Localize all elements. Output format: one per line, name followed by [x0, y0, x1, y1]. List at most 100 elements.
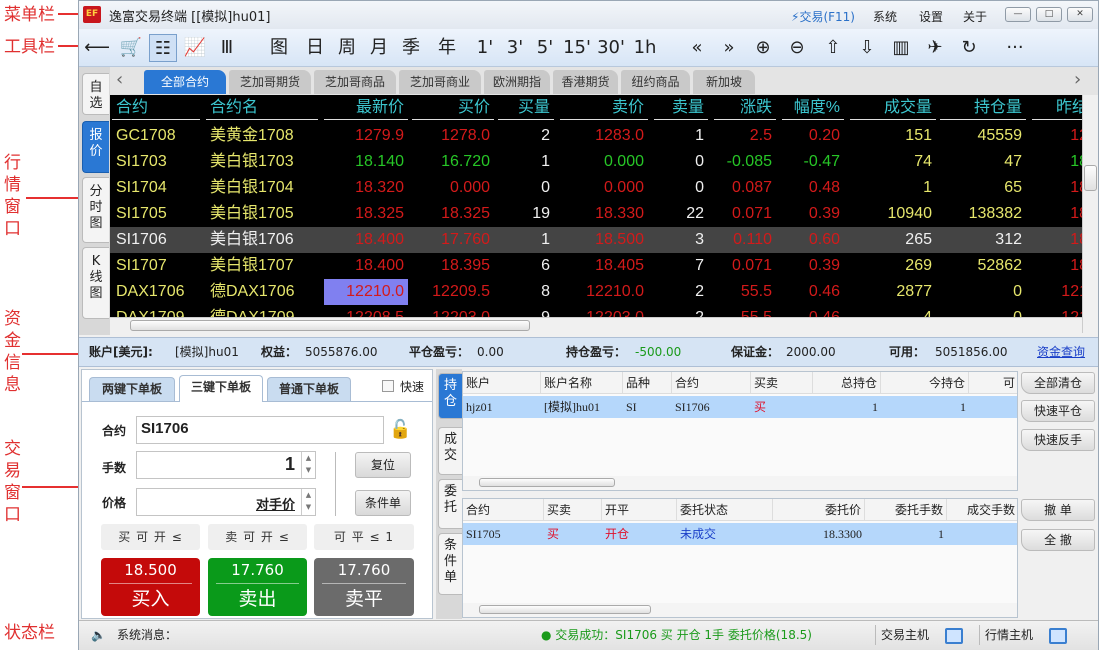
column-header[interactable]: 合约名 [206, 97, 318, 120]
fund-query-link[interactable]: 资金查询 [1037, 338, 1085, 366]
fast-checkbox[interactable] [382, 380, 394, 392]
quote-row[interactable]: DAX1706德DAX170612210.012209.5812210.0255… [110, 279, 1082, 305]
season-icon[interactable]: 季 [397, 34, 425, 62]
position-tab-0[interactable]: 持仓 [438, 373, 462, 419]
column-header[interactable]: 买卖 [751, 372, 813, 394]
column-header[interactable]: 卖价 [560, 97, 648, 120]
panel-icon[interactable]: ▥ [887, 34, 915, 62]
tick-icon[interactable]: 图 [265, 34, 293, 62]
column-header[interactable]: 买价 [412, 97, 494, 120]
condition-order-button[interactable]: 条件单 [355, 490, 411, 516]
column-header[interactable]: 合约 [672, 372, 751, 394]
column-header[interactable]: 开平 [602, 499, 677, 521]
zoom-out-icon[interactable]: ⊖ [783, 34, 811, 62]
day-icon[interactable]: 日 [301, 34, 329, 62]
quote-vertical-scrollbar[interactable] [1082, 95, 1098, 333]
right-action-button-3[interactable]: 撤 单 [1021, 499, 1095, 521]
back-icon[interactable]: ⟵ [83, 34, 111, 62]
position-tab-1[interactable]: 成交 [438, 427, 462, 475]
category-tab-4[interactable]: 欧洲期指 [484, 70, 550, 94]
column-header[interactable]: 持仓量 [940, 97, 1026, 120]
quote-row[interactable]: DAX1709德DAX170912208.512203.0912203.0255… [110, 305, 1082, 317]
quote-row[interactable]: GC1708美黄金17081279.91278.021283.012.50.20… [110, 123, 1082, 149]
category-tab-6[interactable]: 纽约商品 [621, 70, 690, 94]
menu-about[interactable]: 关于 [963, 8, 987, 25]
30min-icon[interactable]: 30' [597, 34, 625, 62]
column-header[interactable]: 合约 [463, 499, 544, 521]
side-tab-2[interactable]: 分时图 [82, 177, 109, 243]
table-row[interactable]: hjz01[模拟]hu01SISI1706买11 [463, 396, 1018, 418]
chevron-left-icon[interactable]: ‹ [116, 69, 123, 90]
5min-icon[interactable]: 5' [531, 34, 559, 62]
column-header[interactable]: 账户 [463, 372, 541, 394]
refresh-icon[interactable]: ↻ [955, 34, 983, 62]
contract-input[interactable]: SI1706 [136, 416, 384, 444]
position-tab-3[interactable]: 条件单 [438, 533, 462, 595]
week-icon[interactable]: 周 [333, 34, 361, 62]
scroll-thumb[interactable] [1084, 165, 1097, 191]
column-header[interactable]: 品种 [623, 372, 672, 394]
right-action-button-2[interactable]: 快速反手 [1021, 429, 1095, 451]
network-icon[interactable] [945, 628, 963, 644]
right-action-button-0[interactable]: 全部清仓 [1021, 372, 1095, 394]
category-tab-5[interactable]: 香港期货 [553, 70, 618, 94]
network-icon[interactable] [1049, 628, 1067, 644]
column-header[interactable]: 委托手数 [865, 499, 947, 521]
maximize-button[interactable]: □ [1036, 7, 1062, 22]
column-header[interactable]: 总持仓 [813, 372, 881, 394]
column-header[interactable]: 最新价 [324, 97, 408, 120]
3min-icon[interactable]: 3' [501, 34, 529, 62]
column-header[interactable]: 成交量 [850, 97, 936, 120]
column-header[interactable]: 买卖 [544, 499, 602, 521]
sell-close-button[interactable]: 17.760卖平 [314, 558, 414, 616]
menu-system[interactable]: 系统 [873, 8, 897, 25]
sell-button[interactable]: 17.760卖出 [208, 558, 307, 616]
kline-icon[interactable]: Ⅲ [213, 34, 241, 62]
order-icon[interactable]: 🛒 [117, 34, 145, 62]
table-row[interactable]: SI1705买开仓未成交18.33001 [463, 523, 1018, 545]
column-header[interactable]: 委托价 [773, 499, 865, 521]
positions-horizontal-scrollbar[interactable] [463, 476, 1018, 490]
column-header[interactable]: 可 [969, 372, 1018, 394]
quote-row[interactable]: SI1706美白银170618.40017.760118.50030.1100.… [110, 227, 1082, 253]
quote-row[interactable]: SI1703美白银170318.14016.72010.0000-0.085-0… [110, 149, 1082, 175]
category-tab-1[interactable]: 芝加哥期货 [229, 70, 311, 94]
timeshare-icon[interactable]: 📈 [181, 34, 209, 62]
tab-normal-order[interactable]: 普通下单板 [267, 377, 351, 401]
side-tab-3[interactable]: K线图 [82, 247, 109, 319]
tab-two-key-order[interactable]: 两键下单板 [89, 377, 175, 401]
column-header[interactable]: 买量 [498, 97, 554, 120]
quote-row[interactable]: SI1704美白银170418.3200.00000.00000.0870.48… [110, 175, 1082, 201]
column-header[interactable]: 幅度% [782, 97, 844, 120]
quantity-stepper[interactable]: 1▲▼ [136, 451, 316, 479]
category-tab-3[interactable]: 芝加哥商业 [399, 70, 481, 94]
menu-trade[interactable]: ⚡交易(F11) [791, 8, 855, 25]
quote-row[interactable]: SI1705美白银170518.32518.3251918.330220.071… [110, 201, 1082, 227]
price-stepper[interactable]: 对手价▲▼ [136, 488, 316, 516]
category-tab-7[interactable]: 新加坡 [693, 70, 755, 94]
15min-icon[interactable]: 15' [563, 34, 591, 62]
category-tab-0[interactable]: 全部合约 [144, 70, 226, 94]
reset-button[interactable]: 复位 [355, 452, 411, 478]
down-icon[interactable]: ⇩ [853, 34, 881, 62]
tab-three-key-order[interactable]: 三键下单板 [179, 375, 263, 402]
send-icon[interactable]: ✈ [921, 34, 949, 62]
stepper-arrows[interactable]: ▲▼ [301, 452, 315, 478]
1hour-icon[interactable]: 1h [631, 34, 659, 62]
quote-list-icon[interactable]: ☷ [149, 34, 177, 62]
quote-horizontal-scrollbar[interactable] [110, 317, 1082, 333]
column-header[interactable]: 合约 [112, 97, 200, 120]
scroll-thumb[interactable] [130, 320, 530, 331]
up-icon[interactable]: ⇧ [819, 34, 847, 62]
right-action-button-1[interactable]: 快速平仓 [1021, 400, 1095, 422]
scroll-thumb[interactable] [479, 605, 651, 614]
column-header[interactable]: 今持仓 [881, 372, 969, 394]
month-icon[interactable]: 月 [365, 34, 393, 62]
category-tab-2[interactable]: 芝加哥商品 [314, 70, 396, 94]
right-action-button-4[interactable]: 全 撤 [1021, 529, 1095, 551]
close-button[interactable]: ✕ [1067, 7, 1093, 22]
column-header[interactable]: 涨跌 [714, 97, 776, 120]
scroll-thumb[interactable] [479, 478, 615, 487]
scroll-left-icon[interactable]: « [683, 34, 711, 62]
unlock-icon[interactable]: 🔓 [389, 419, 411, 440]
